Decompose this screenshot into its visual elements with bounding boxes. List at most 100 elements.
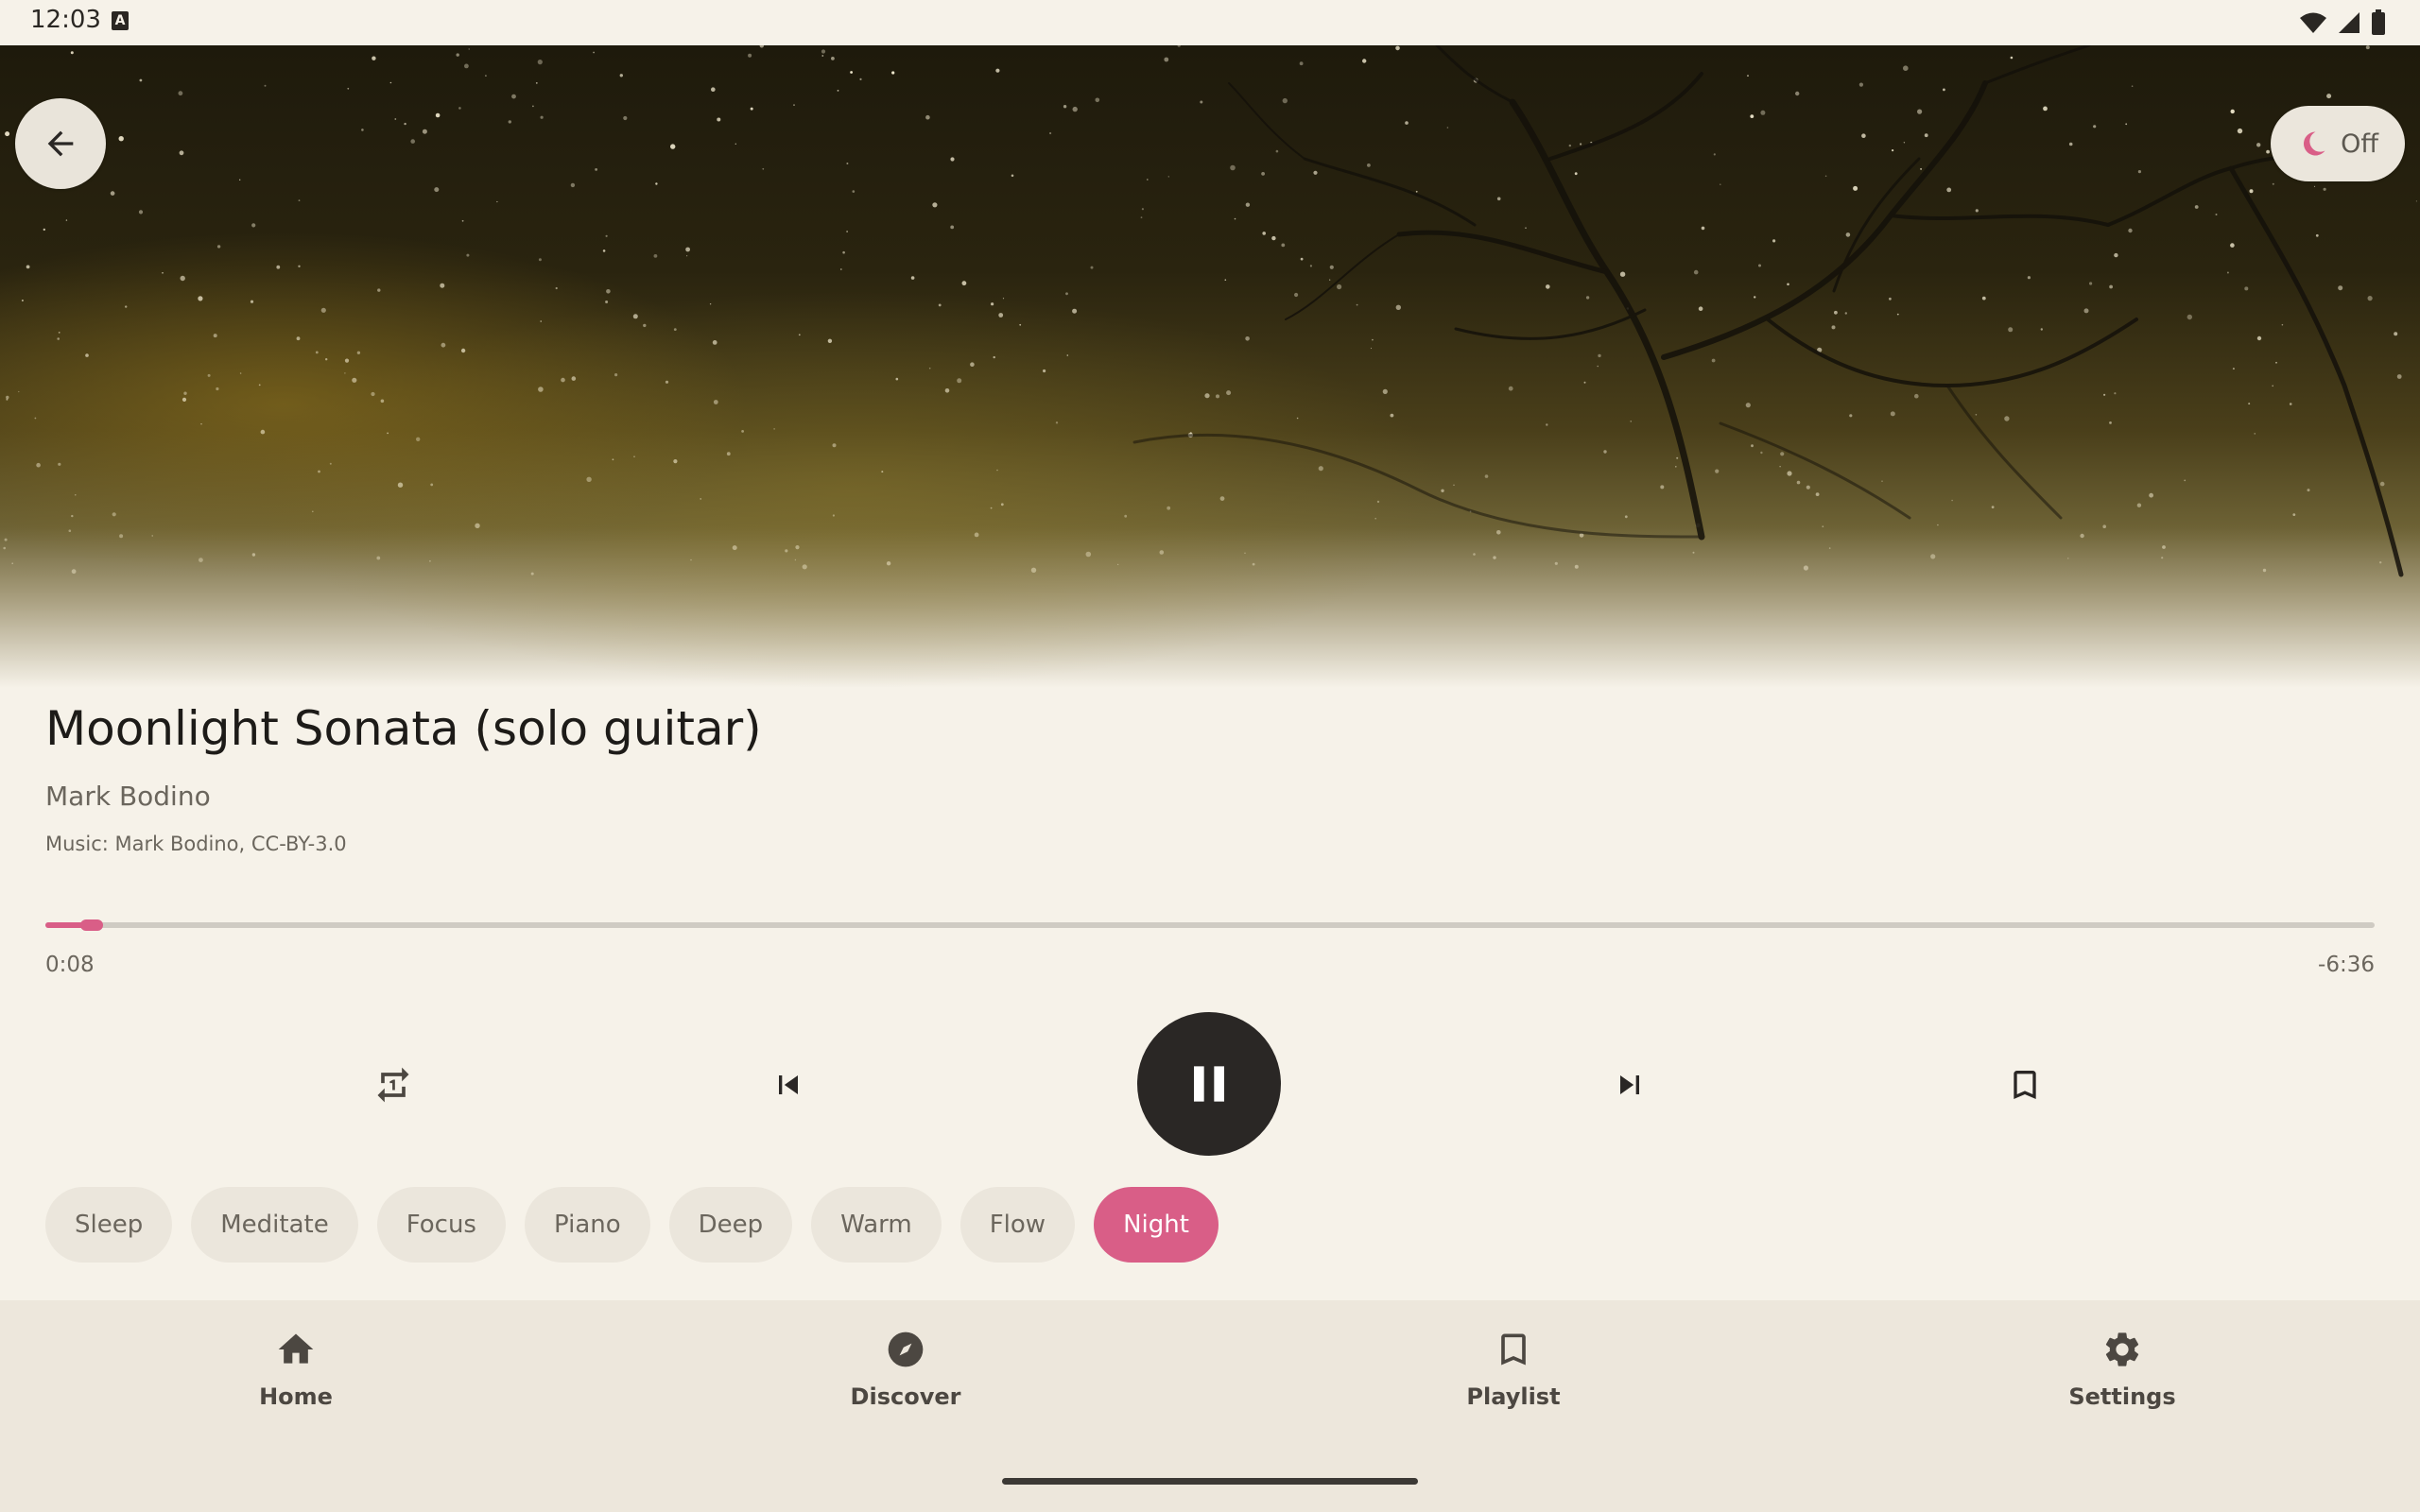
- star: [2415, 200, 2417, 202]
- star: [1362, 59, 1367, 63]
- nav-playlist[interactable]: Playlist: [1400, 1329, 1627, 1410]
- star: [2315, 233, 2319, 237]
- star: [1496, 530, 1501, 535]
- star: [207, 373, 211, 377]
- star: [2232, 368, 2235, 370]
- star: [665, 380, 669, 384]
- track-credit: Music: Mark Bodino, CC-BY-3.0: [45, 833, 347, 855]
- star: [895, 377, 899, 381]
- star: [1167, 176, 1170, 178]
- seek-thumb[interactable]: [80, 919, 104, 931]
- star: [2043, 106, 2048, 112]
- star: [356, 351, 361, 354]
- status-time: 12:03: [30, 6, 101, 34]
- star: [821, 55, 824, 57]
- star: [827, 338, 833, 343]
- star: [571, 376, 577, 381]
- star: [1164, 57, 1169, 62]
- nav-settings[interactable]: Settings: [2009, 1329, 2236, 1410]
- star: [200, 423, 202, 425]
- gesture-home-bar[interactable]: [1002, 1478, 1418, 1485]
- star: [1815, 492, 1820, 496]
- star: [139, 78, 143, 82]
- star: [352, 377, 357, 383]
- star: [511, 94, 516, 99]
- star: [125, 305, 128, 308]
- chip-piano[interactable]: Piano: [524, 1187, 650, 1263]
- chip-meditate[interactable]: Meditate: [191, 1187, 358, 1263]
- star: [2093, 125, 2097, 129]
- star: [2083, 308, 2089, 314]
- star: [2230, 109, 2235, 114]
- star: [36, 462, 41, 468]
- star: [1624, 515, 1628, 519]
- star: [846, 231, 848, 232]
- chip-flow[interactable]: Flow: [959, 1187, 1076, 1263]
- star: [1405, 121, 1409, 125]
- star: [1828, 547, 1831, 549]
- star: [632, 314, 638, 319]
- star: [1861, 133, 1866, 138]
- star: [434, 187, 440, 193]
- star: [1300, 257, 1304, 261]
- star: [2114, 252, 2118, 258]
- star: [1261, 172, 1265, 176]
- star: [970, 362, 975, 368]
- star: [1692, 551, 1695, 554]
- next-button[interactable]: [1592, 1047, 1668, 1123]
- play-pause-button[interactable]: [1137, 1012, 1281, 1156]
- chip-sleep[interactable]: Sleep: [45, 1187, 173, 1263]
- star: [2004, 416, 2010, 421]
- star: [1281, 243, 1286, 248]
- star: [21, 300, 24, 301]
- nav-playlist-label: Playlist: [1466, 1383, 1561, 1410]
- star: [2289, 403, 2292, 405]
- star: [2136, 503, 2142, 507]
- star: [1370, 347, 1373, 350]
- chip-focus[interactable]: Focus: [376, 1187, 506, 1263]
- star: [118, 136, 124, 142]
- elapsed-time: 0:08: [45, 953, 95, 977]
- star: [2292, 513, 2296, 516]
- star: [1226, 390, 1232, 396]
- star: [199, 558, 203, 562]
- star: [859, 77, 862, 80]
- nav-home[interactable]: Home: [182, 1329, 409, 1410]
- star: [712, 340, 717, 345]
- sleep-timer-button[interactable]: Off: [2271, 106, 2405, 181]
- star: [361, 129, 364, 131]
- star: [2396, 374, 2402, 379]
- repeat-button[interactable]: [355, 1047, 431, 1123]
- star: [798, 334, 801, 336]
- star: [1329, 265, 1334, 269]
- chip-deep[interactable]: Deep: [668, 1187, 793, 1263]
- chip-night[interactable]: Night: [1094, 1187, 1219, 1263]
- star: [670, 144, 676, 149]
- star: [2215, 214, 2218, 215]
- star: [1011, 174, 1014, 178]
- star: [2365, 45, 2370, 50]
- star: [1095, 97, 1100, 103]
- star: [1085, 551, 1092, 558]
- star: [832, 514, 836, 517]
- star: [974, 532, 979, 538]
- star: [1271, 235, 1276, 241]
- star: [2068, 142, 2073, 146]
- previous-button[interactable]: [751, 1047, 826, 1123]
- bookmark-button[interactable]: [1987, 1047, 2063, 1123]
- nav-discover[interactable]: Discover: [792, 1329, 1019, 1410]
- star: [344, 358, 350, 363]
- star: [1675, 466, 1677, 468]
- star: [1546, 284, 1550, 289]
- star: [1262, 232, 1266, 235]
- star: [1914, 393, 1919, 399]
- star: [1473, 553, 1476, 556]
- star: [910, 276, 915, 280]
- star: [950, 225, 955, 230]
- chip-warm[interactable]: Warm: [811, 1187, 942, 1263]
- back-button[interactable]: [15, 98, 106, 189]
- star: [750, 107, 753, 111]
- star: [1309, 265, 1312, 267]
- seek-bar[interactable]: [45, 919, 2375, 931]
- star: [821, 49, 826, 54]
